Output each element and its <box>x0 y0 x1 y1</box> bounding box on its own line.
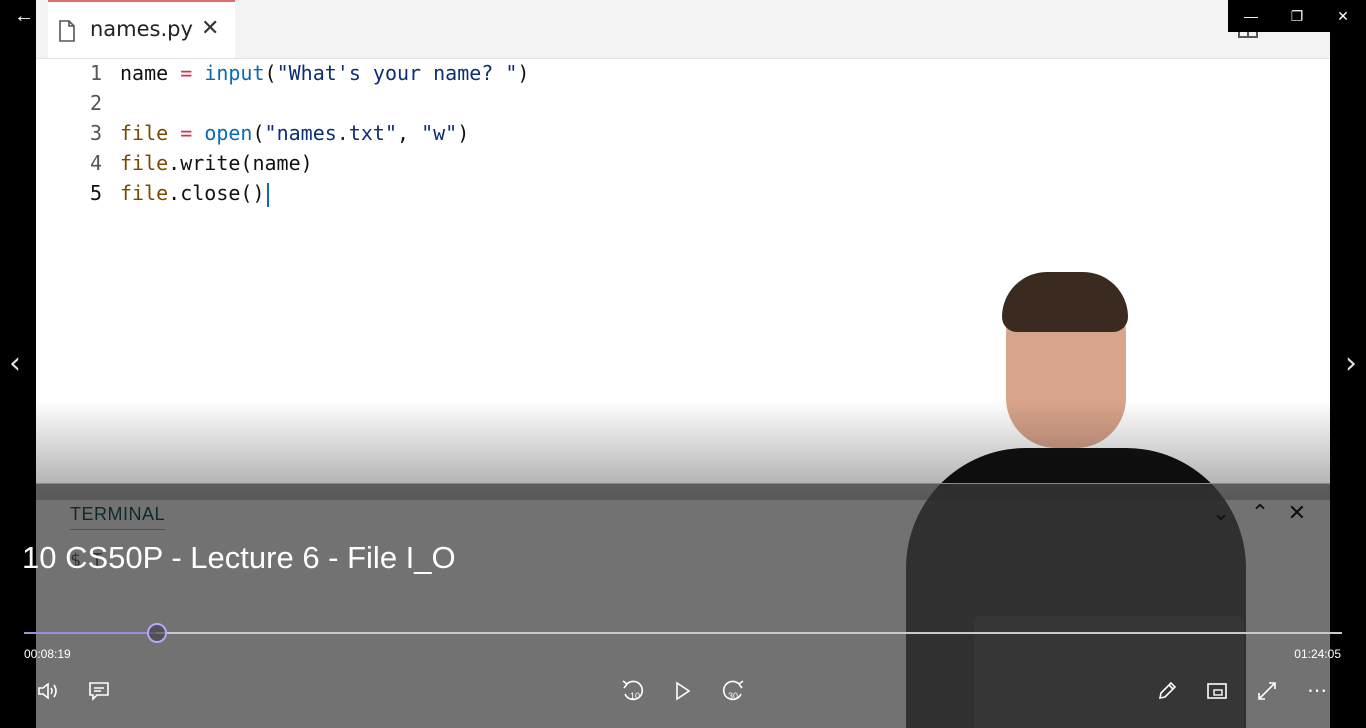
pen-icon <box>1158 681 1177 699</box>
line-number: 1 <box>89 61 102 85</box>
skip-forward-button[interactable]: 30 <box>718 676 748 704</box>
file-icon <box>59 20 75 42</box>
fullscreen-icon <box>1258 681 1276 700</box>
text-cursor <box>266 182 269 207</box>
skip-forward-label: 30 <box>728 691 738 701</box>
draw-button[interactable] <box>1154 676 1180 704</box>
presenter-hair <box>1002 272 1128 332</box>
skip-back-icon: 10 <box>622 679 644 701</box>
code-line: 4 file.write(name) <box>36 148 1330 178</box>
elapsed-time: 00:08:19 <box>24 647 71 661</box>
total-duration: 01:24:05 <box>1294 647 1341 661</box>
line-number: 3 <box>89 121 102 145</box>
close-icon: ✕ <box>1287 500 1307 525</box>
chevron-up-icon: ⌃ <box>1250 500 1270 525</box>
mini-view-button[interactable] <box>1204 676 1230 704</box>
code-line: 5 file.close() <box>36 178 1330 208</box>
line-number: 5 <box>89 181 102 205</box>
more-icon: ⋯ <box>1307 678 1327 702</box>
code-line: 1 name = input("What's your name? ") <box>36 58 1330 88</box>
close-icon: ✕ <box>201 16 220 41</box>
back-button[interactable]: ← <box>8 4 40 28</box>
play-button[interactable] <box>670 676 696 704</box>
fullscreen-button[interactable] <box>1254 676 1280 704</box>
minimize-button[interactable]: — <box>1228 0 1274 32</box>
seek-bar-thumb[interactable] <box>146 623 167 643</box>
close-window-button[interactable]: ✕ <box>1320 0 1366 32</box>
editor-tab-names-py: names.py ✕ <box>48 0 235 58</box>
previous-button[interactable]: ‹ <box>0 346 30 382</box>
line-number: 4 <box>89 151 102 175</box>
editor-tab-bar: names.py ✕ <box>36 0 1330 59</box>
line-number: 2 <box>89 91 102 115</box>
video-frame[interactable]: names.py ✕ 1 name = input("What's your n… <box>36 0 1330 728</box>
restore-button[interactable]: ❐ <box>1274 0 1320 32</box>
captions-icon <box>89 681 109 701</box>
terminal-tab: TERMINAL <box>70 504 166 530</box>
more-options-button[interactable]: ⋯ <box>1304 676 1330 704</box>
editor-tab-label: names.py <box>90 17 193 41</box>
skip-back-button[interactable]: 10 <box>618 676 648 704</box>
captions-button[interactable] <box>86 676 112 704</box>
video-title: 10 CS50P - Lecture 6 - File I_O <box>22 540 456 575</box>
code-text: file.write(name) <box>120 151 313 175</box>
code-text: file.close() <box>120 178 269 208</box>
chevron-down-icon: ⌄ <box>1211 500 1231 525</box>
code-line: 3 file = open("names.txt", "w") <box>36 118 1330 148</box>
seek-bar-progress <box>24 632 156 634</box>
code-text: name = input("What's your name? ") <box>120 61 530 85</box>
code-text: file = open("names.txt", "w") <box>120 121 470 145</box>
code-editor: 1 name = input("What's your name? ") 2 3… <box>36 58 1330 208</box>
play-icon <box>676 681 691 700</box>
skip-back-label: 10 <box>630 691 640 701</box>
seek-bar[interactable] <box>24 623 1342 643</box>
speaker-icon <box>38 681 57 700</box>
code-line: 2 <box>36 88 1330 118</box>
mini-view-icon <box>1207 682 1227 699</box>
skip-forward-icon: 30 <box>722 679 744 701</box>
volume-button[interactable] <box>36 676 62 704</box>
next-button[interactable]: › <box>1336 346 1366 382</box>
window-controls: — ❐ ✕ <box>1228 0 1366 32</box>
